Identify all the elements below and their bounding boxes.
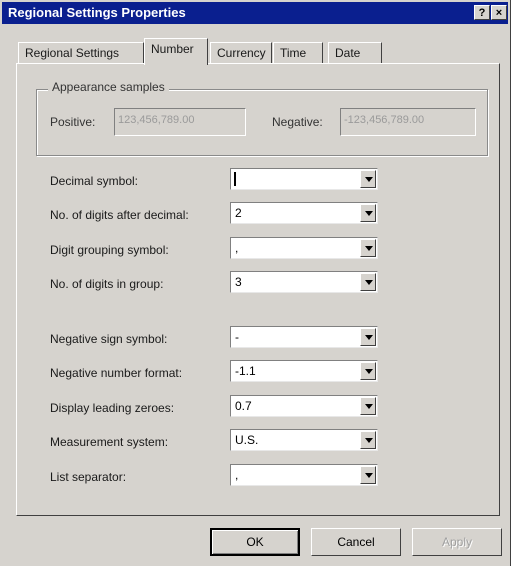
text-cursor	[234, 172, 236, 186]
negative-sample-field: -123,456,789.00	[340, 108, 476, 136]
ok-button[interactable]: OK	[210, 528, 300, 556]
measurement-system-value: U.S.	[235, 433, 259, 447]
positive-sample-field: 123,456,789.00	[114, 108, 246, 136]
chevron-down-icon[interactable]	[360, 397, 376, 415]
negative-number-format-label: Negative number format:	[50, 366, 183, 380]
chevron-down-icon[interactable]	[360, 431, 376, 449]
measurement-system-label: Measurement system:	[50, 435, 169, 449]
digits-after-decimal-value: 2	[235, 206, 242, 220]
positive-label: Positive:	[50, 115, 96, 129]
negative-number-format-value: -1.1	[235, 364, 256, 378]
negative-sign-symbol-label: Negative sign symbol:	[50, 332, 168, 346]
apply-button: Apply	[412, 528, 502, 556]
decimal-symbol-label: Decimal symbol:	[50, 174, 139, 188]
display-leading-zeroes-label: Display leading zeroes:	[50, 401, 175, 415]
digits-in-group-combo[interactable]: 3	[230, 271, 378, 293]
decimal-symbol-combo[interactable]	[230, 168, 378, 190]
chevron-down-icon[interactable]	[360, 204, 376, 222]
display-leading-zeroes-combo[interactable]: 0.7	[230, 395, 378, 417]
display-leading-zeroes-value: 0.7	[235, 399, 252, 413]
chevron-down-icon[interactable]	[360, 328, 376, 346]
digits-in-group-value: 3	[235, 275, 242, 289]
list-separator-label: List separator:	[50, 470, 127, 484]
tab-date[interactable]: Date	[328, 42, 382, 64]
tab-number[interactable]: Number	[144, 38, 208, 65]
chevron-down-icon[interactable]	[360, 273, 376, 291]
list-separator-value: ,	[235, 468, 239, 482]
negative-sign-symbol-combo[interactable]: -	[230, 326, 378, 348]
chevron-down-icon[interactable]	[360, 362, 376, 380]
tab-regional-settings[interactable]: Regional Settings	[18, 42, 144, 64]
chevron-down-icon[interactable]	[360, 466, 376, 484]
digits-after-decimal-combo[interactable]: 2	[230, 202, 378, 224]
chevron-down-icon[interactable]	[360, 170, 376, 188]
digit-grouping-symbol-combo[interactable]: ,	[230, 237, 378, 259]
digit-grouping-symbol-label: Digit grouping symbol:	[50, 243, 169, 257]
title-bar[interactable]: Regional Settings Properties ? ×	[2, 2, 508, 24]
tab-currency[interactable]: Currency	[210, 42, 272, 64]
dialog-window: Regional Settings Properties ? × Regiona…	[0, 0, 511, 566]
digits-after-decimal-label: No. of digits after decimal:	[50, 208, 189, 222]
digits-in-group-label: No. of digits in group:	[50, 277, 164, 291]
cancel-button[interactable]: Cancel	[311, 528, 401, 556]
tab-time[interactable]: Time	[273, 42, 323, 64]
help-button[interactable]: ?	[474, 5, 490, 20]
digit-grouping-symbol-value: ,	[235, 241, 239, 255]
appearance-samples-label: Appearance samples	[48, 80, 169, 94]
negative-label: Negative:	[272, 115, 323, 129]
negative-sign-symbol-value: -	[235, 330, 239, 344]
chevron-down-icon[interactable]	[360, 239, 376, 257]
negative-number-format-combo[interactable]: -1.1	[230, 360, 378, 382]
window-title: Regional Settings Properties	[8, 5, 186, 20]
list-separator-combo[interactable]: ,	[230, 464, 378, 486]
close-button[interactable]: ×	[491, 5, 507, 20]
measurement-system-combo[interactable]: U.S.	[230, 429, 378, 451]
